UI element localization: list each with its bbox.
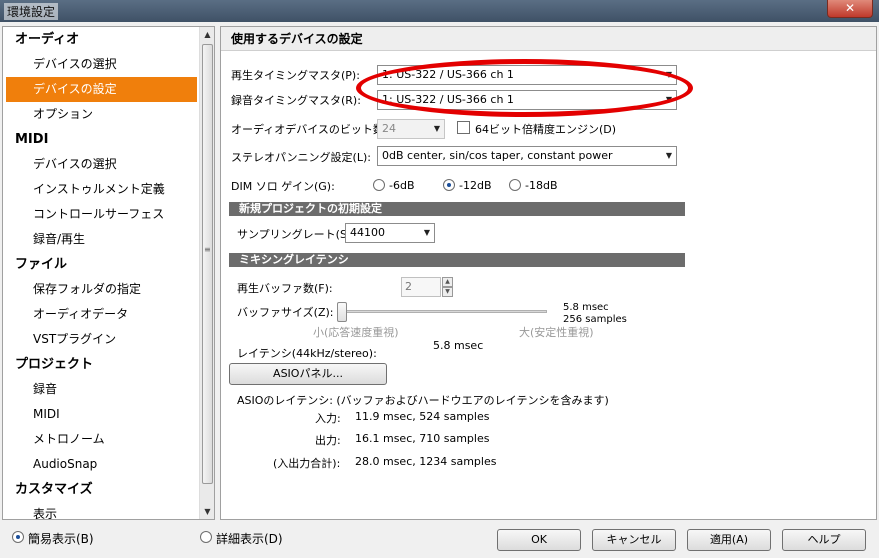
asio-total-value: 28.0 msec, 1234 samples <box>355 455 497 468</box>
dim-radio-18[interactable] <box>509 179 521 191</box>
new-project-section-header: 新規プロジェクトの初期設定 <box>229 202 685 216</box>
category-list: オーディオ デバイスの選択 デバイスの設定 オプション MIDI デバイスの選択 インストゥ… <box>3 27 200 519</box>
record-master-value: 1: US-322 / US-366 ch 1 <box>382 93 514 106</box>
help-button[interactable]: ヘルプ <box>782 529 866 551</box>
mixing-latency-section-header: ミキシングレイテンシ <box>229 253 685 267</box>
asio-output-label: 出力: <box>315 434 341 447</box>
sidebar-category[interactable]: MIDI <box>3 127 200 152</box>
sample-rate-label: サンプリングレート(S): <box>237 228 355 241</box>
asio-latency-title: ASIOのレイテンシ: (バッファおよびハードウエアのレイテンシを含みます) <box>237 394 609 407</box>
buffer-size-msec: 5.8 msec <box>563 302 609 313</box>
sidebar-item[interactable]: メトロノーム <box>6 427 197 452</box>
detail-view-radio[interactable] <box>200 531 212 543</box>
asio-input-value: 11.9 msec, 524 samples <box>355 410 490 423</box>
record-master-select[interactable]: 1: US-322 / US-366 ch 1 ▼ <box>377 90 677 110</box>
simple-view-radio[interactable] <box>12 531 24 543</box>
bit-depth-select[interactable]: 24 ▼ <box>377 119 445 139</box>
sidebar-item[interactable]: インストゥルメント定義 <box>6 177 197 202</box>
sidebar-item[interactable]: 録音/再生 <box>6 227 197 252</box>
asio-output-value: 16.1 msec, 710 samples <box>355 432 490 445</box>
simple-view-label: 簡易表示(B) <box>28 532 94 546</box>
engine64-label: 64ビット倍精度エンジン(D) <box>475 123 617 136</box>
dim-radio-6[interactable] <box>373 179 385 191</box>
asio-total-label: (入出力合計): <box>273 457 341 470</box>
playback-master-value: 1: US-322 / US-366 ch 1 <box>382 68 514 81</box>
panning-value: 0dB center, sin/cos taper, constant powe… <box>382 149 613 162</box>
title-bar: 環境設定 ✕ <box>0 0 879 22</box>
sidebar-item[interactable]: オプション <box>6 102 197 127</box>
spin-up-icon[interactable]: ▲ <box>442 277 453 287</box>
sidebar-category[interactable]: オーディオ <box>3 27 200 52</box>
ok-button[interactable]: OK <box>497 529 581 551</box>
asio-input-label: 入力: <box>315 412 341 425</box>
chevron-down-icon: ▼ <box>433 124 440 133</box>
sidebar-category[interactable]: ファイル <box>3 252 200 277</box>
chevron-down-icon: ▼ <box>665 151 672 160</box>
buffer-size-slider-thumb[interactable] <box>337 302 347 322</box>
close-button[interactable]: ✕ <box>827 0 873 18</box>
sidebar-item[interactable]: 保存フォルダの指定 <box>6 277 197 302</box>
sidebar-item[interactable]: デバイスの選択 <box>6 152 197 177</box>
playback-master-label: 再生タイミングマスタ(P): <box>231 69 360 82</box>
panning-label: ステレオパンニング設定(L): <box>231 151 371 164</box>
category-tree: オーディオ デバイスの選択 デバイスの設定 オプション MIDI デバイスの選択 インストゥ… <box>2 26 215 520</box>
sidebar-item[interactable]: VSTプラグイン <box>6 327 197 352</box>
sidebar-category[interactable]: プロジェクト <box>3 352 200 377</box>
buffer-size-label: バッファサイズ(Z): <box>237 306 334 319</box>
chevron-down-icon: ▼ <box>665 95 672 104</box>
sidebar-category[interactable]: カスタマイズ <box>3 477 200 502</box>
detail-view-label: 詳細表示(D) <box>216 532 283 546</box>
playback-master-select[interactable]: 1: US-322 / US-366 ch 1 ▼ <box>377 65 677 85</box>
latency-label: レイテンシ(44kHz/stereo): <box>237 347 377 360</box>
latency-value: 5.8 msec <box>433 339 484 352</box>
buffer-count-label: 再生バッファ数(F): <box>237 282 333 295</box>
scroll-thumb[interactable] <box>202 44 213 484</box>
dim-option-label: -12dB <box>459 179 492 192</box>
sidebar-item[interactable]: MIDI <box>6 402 197 427</box>
buffer-min-label: 小(応答速度重視) <box>313 326 399 339</box>
sidebar-item[interactable]: デバイスの設定 <box>6 77 197 102</box>
cancel-button[interactable]: キャンセル <box>592 529 676 551</box>
dim-solo-label: DIM ソロ ゲイン(G): <box>231 180 335 193</box>
dim-option-label: -6dB <box>389 179 415 192</box>
engine64-checkbox[interactable] <box>457 121 470 134</box>
sidebar-item[interactable]: デバイスの選択 <box>6 52 197 77</box>
scroll-down-icon[interactable]: ▼ <box>200 504 215 519</box>
sidebar-item[interactable]: コントロールサーフェス <box>6 202 197 227</box>
sidebar-item[interactable]: 表示 <box>6 502 197 519</box>
asio-panel-button[interactable]: ASIOパネル... <box>229 363 387 385</box>
sidebar-item[interactable]: AudioSnap <box>6 452 197 477</box>
record-master-label: 録音タイミングマスタ(R): <box>231 94 361 107</box>
sample-rate-select[interactable]: 44100 ▼ <box>345 223 435 243</box>
bit-depth-value: 24 <box>382 122 396 135</box>
panning-select[interactable]: 0dB center, sin/cos taper, constant powe… <box>377 146 677 166</box>
chevron-down-icon: ▼ <box>665 70 672 79</box>
page-title: 使用するデバイスの設定 <box>221 27 876 51</box>
window-title: 環境設定 <box>4 3 59 20</box>
settings-panel: 使用するデバイスの設定 再生タイミングマスタ(P): 1: US-322 / U… <box>220 26 877 520</box>
category-scrollbar[interactable]: ▲ ≡ ▼ <box>199 27 214 519</box>
buffer-count-stepper[interactable]: ▲ ▼ <box>442 277 453 297</box>
spin-down-icon[interactable]: ▼ <box>442 287 453 297</box>
buffer-count-input[interactable]: 2 <box>401 277 441 297</box>
buffer-max-label: 大(安定性重視) <box>519 326 594 339</box>
dim-option-label: -18dB <box>525 179 558 192</box>
chevron-down-icon: ▼ <box>423 228 430 237</box>
buffer-size-slider-track[interactable] <box>337 310 547 313</box>
apply-button[interactable]: 適用(A) <box>687 529 771 551</box>
dim-radio-12[interactable] <box>443 179 455 191</box>
scroll-grip-icon: ≡ <box>204 245 211 254</box>
sample-rate-value: 44100 <box>350 226 385 239</box>
sidebar-item[interactable]: オーディオデータ <box>6 302 197 327</box>
sidebar-item[interactable]: 録音 <box>6 377 197 402</box>
scroll-up-icon[interactable]: ▲ <box>200 27 215 42</box>
